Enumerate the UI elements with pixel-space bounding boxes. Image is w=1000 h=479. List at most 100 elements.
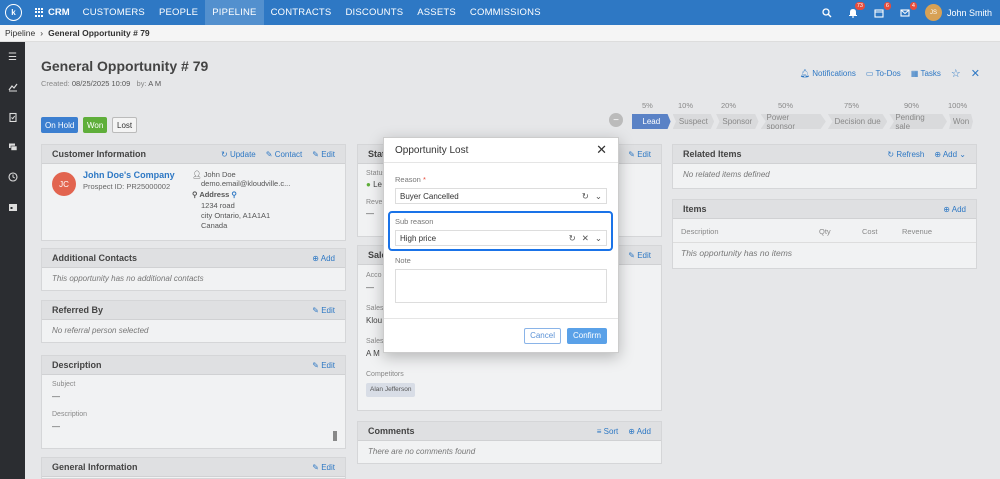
subject-value: — (52, 392, 60, 401)
description-label: Description (52, 411, 88, 418)
description-value: — (52, 422, 60, 431)
stage-sponsor[interactable]: Sponsor (716, 114, 759, 129)
empty-referral-text: No referral person selected (52, 326, 149, 335)
items-table-header: Description Qty Cost Revenue (681, 227, 933, 236)
won-button[interactable]: Won (83, 117, 108, 133)
contact-person: 👤︎ John Doe (192, 170, 236, 179)
edit-referral-button[interactable]: ✎ Edit (312, 306, 335, 315)
confirm-button[interactable]: Confirm (566, 327, 607, 344)
nav-assets[interactable]: ASSETS (410, 0, 463, 25)
chevron-down-icon: ⌄ (959, 149, 966, 159)
nav-discounts[interactable]: DISCOUNTS (338, 0, 410, 25)
crm-menu[interactable]: CRM (35, 7, 70, 18)
status-dot-icon: ● (366, 180, 371, 189)
breadcrumb-current: General Opportunity # 79 (48, 28, 150, 38)
close-icon[interactable]: ✕ (596, 142, 607, 158)
additional-contacts-panel: Additional Contacts ⊕ Add This opportuni… (41, 248, 346, 291)
created-info: Created: 08/25/2025 10:09 by: A M (41, 79, 162, 88)
stage-power-sponsor[interactable]: Power sponsor (760, 114, 826, 129)
chevron-down-icon[interactable]: ⌄ (595, 191, 602, 202)
stage-won[interactable]: Won (949, 114, 973, 129)
pencil-icon: ✎ (312, 149, 319, 159)
prospect-id: Prospect ID: PR25000002 (83, 182, 171, 191)
note-textarea[interactable] (395, 269, 607, 303)
brand-label: CRM (48, 7, 70, 18)
notifications-bell-icon[interactable]: 73 (847, 1, 865, 19)
reason-value: Buyer Cancelled (400, 191, 459, 201)
reason-select[interactable]: Buyer Cancelled ↻ ⌄ (395, 188, 607, 204)
cancel-button[interactable]: Cancel (524, 327, 561, 344)
edit-description-button[interactable]: ✎ Edit (312, 361, 335, 370)
add-contact-button[interactable]: ⊕ Add (312, 254, 335, 263)
items-panel: Items ⊕ Add Description Qty Cost Revenue… (672, 199, 977, 269)
stage-pending-sale[interactable]: Pending sale (889, 114, 947, 129)
add-related-button[interactable]: ⊕ Add ⌄ (934, 150, 966, 159)
header-actions: 🔔︎ Notifications ▭ To-Dos ▦ Tasks ☆ ✕ (800, 67, 980, 80)
edit-button[interactable]: ✎ Edit (312, 150, 335, 159)
edit-general-button[interactable]: ✎ Edit (312, 463, 335, 472)
todos-link[interactable]: ▭ To-Dos (866, 69, 901, 78)
subreason-focus-highlight (388, 211, 613, 251)
nav-people[interactable]: PEOPLE (152, 0, 205, 25)
add-item-button[interactable]: ⊕ Add (943, 205, 966, 214)
competitor-chip[interactable]: Alan Jefferson (366, 383, 416, 397)
empty-comments-text: There are no comments found (368, 447, 476, 456)
subject-label: Subject (52, 381, 76, 388)
competitors-label: Competitors (366, 371, 404, 378)
refresh-related-button[interactable]: ↻ Refresh (887, 150, 924, 159)
messages-icon[interactable]: 4 (899, 1, 917, 19)
left-sidebar: ☰ (0, 42, 25, 479)
contact-email[interactable]: demo.email@kloudville.c... (201, 179, 290, 188)
calendar-icon[interactable] (0, 192, 25, 222)
reason-label: Reason * (395, 175, 426, 184)
todo-icon: ▭ (865, 69, 874, 78)
collapse-stages-icon[interactable]: − (609, 113, 623, 127)
menu-icon[interactable]: ☰ (0, 42, 25, 72)
chart-icon[interactable] (0, 72, 25, 102)
search-icon[interactable] (821, 7, 833, 19)
stage-decision-due[interactable]: Decision due (827, 114, 888, 129)
update-button[interactable]: ↻ Update (221, 150, 256, 159)
stage-lead[interactable]: Lead (632, 114, 671, 129)
nav-customers[interactable]: CUSTOMERS (76, 0, 152, 25)
sort-comments-button[interactable]: ≡ Sort (597, 427, 619, 436)
company-name-link[interactable]: John Doe's Company (83, 170, 175, 180)
tasks-link[interactable]: ▦ Tasks (911, 69, 941, 78)
notifications-link[interactable]: 🔔︎ Notifications (800, 69, 856, 78)
messages-badge: 4 (909, 1, 917, 10)
contact-button[interactable]: ✎ Contact (266, 150, 303, 159)
refresh-icon[interactable]: ↻ (582, 191, 589, 202)
empty-contacts-text: This opportunity has no additional conta… (52, 274, 204, 283)
scrollbar-thumb[interactable] (333, 431, 337, 441)
breadcrumb: Pipeline › General Opportunity # 79 (0, 25, 1000, 42)
lost-button[interactable]: Lost (112, 117, 138, 133)
note-label: Note (395, 256, 411, 265)
chat-icon[interactable] (0, 132, 25, 162)
notifications-badge: 73 (854, 1, 865, 10)
on-hold-button[interactable]: On Hold (41, 117, 79, 133)
user-name: John Smith (946, 7, 992, 18)
edit-sales-button[interactable]: ✎ Edit (628, 251, 651, 260)
nav-pipeline[interactable]: PIPELINE (205, 0, 264, 25)
bell-icon: 🔔︎ (799, 69, 811, 78)
tasks-calendar-icon[interactable]: 6 (873, 1, 891, 19)
map-pin-icon[interactable]: ⚲ (231, 190, 237, 199)
star-icon[interactable]: ☆ (951, 67, 961, 80)
chevron-right-icon: › (40, 28, 44, 38)
top-nav: k CRM CUSTOMERS PEOPLE PIPELINE CONTRACT… (0, 0, 1000, 25)
nav-commissions[interactable]: COMMISSIONS (463, 0, 548, 25)
app-logo[interactable]: k (5, 4, 22, 21)
add-comment-button[interactable]: ⊕ Add (628, 427, 651, 436)
user-menu[interactable]: JS John Smith (924, 4, 992, 21)
user-avatar: JS (924, 4, 942, 21)
clipboard-icon[interactable] (0, 102, 25, 132)
edit-status-button[interactable]: ✎ Edit (628, 150, 651, 159)
clock-icon[interactable] (0, 162, 25, 192)
stage-suspect[interactable]: Suspect (672, 114, 715, 129)
sort-icon: ≡ (596, 426, 602, 436)
nav-contracts[interactable]: CONTRACTS (264, 0, 339, 25)
person-icon: 👤︎ (192, 170, 202, 179)
breadcrumb-root[interactable]: Pipeline (5, 28, 35, 38)
close-icon[interactable]: ✕ (971, 67, 980, 80)
location-pin-icon: ⚲ (192, 190, 198, 199)
